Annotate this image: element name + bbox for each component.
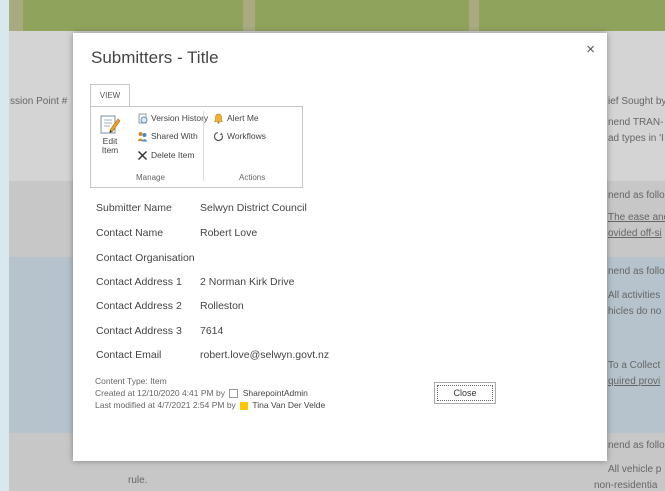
delete-item-label: Delete Item [151,150,195,160]
field-value: robert.love@selwyn.govt.nz [200,349,330,361]
bell-icon [213,113,224,124]
field-contact-address-3: Contact Address 3 7614 [96,325,223,337]
table-cell-text: ad types in 'I [608,133,664,144]
field-label: Submitter Name [96,202,172,214]
field-label: Contact Email [96,349,162,361]
field-label: Contact Organisation [96,252,195,264]
modified-by-user-link[interactable]: Tina Van Der Velde [252,400,325,410]
workflows-button[interactable]: Workflows [213,131,266,142]
column-header-relief-sought: ief Sought by [608,96,665,107]
alert-me-label: Alert Me [227,113,259,123]
column-header-submission-point: ssion Point # [10,96,68,107]
created-by-user-link[interactable]: SharepointAdmin [243,388,308,398]
table-cell-text: rule. [128,475,148,486]
table-cell-text: The ease and [608,212,665,223]
workflows-icon [213,132,224,142]
version-history-label: Version History [151,113,209,123]
close-button[interactable]: Close [434,382,496,404]
dialog-title: Submitters - Title [91,48,219,67]
presence-indicator-icon [240,401,249,410]
tile-find-submission[interactable] [479,0,665,31]
modified-text: Last modified at 4/7/2021 2:54 PM by [95,400,236,410]
table-cell-text: All activities [608,290,661,301]
ribbon-group-separator [203,111,204,181]
shared-with-label: Shared With [151,131,198,141]
modified-info: Last modified at 4/7/2021 2:54 PM by Tin… [95,400,325,410]
table-cell-text: All vehicle p [608,464,662,475]
ribbon-group-manage-label: Manage [136,173,165,182]
top-tile-bar [9,0,665,31]
ribbon-group-actions-label: Actions [239,173,266,182]
field-contact-organisation: Contact Organisation [96,252,200,264]
content-type-text: Content Type: Item [95,376,167,386]
created-text: Created at 12/10/2020 4:41 PM by [95,388,225,398]
shared-with-button[interactable]: Shared With [137,131,198,142]
workflows-label: Workflows [227,131,267,141]
field-value: 7614 [200,325,224,337]
field-value: Selwyn District Council [200,202,307,214]
item-dialog: Submitters - Title × VIEW Edit Item Vers… [73,33,607,461]
field-label: Contact Address 3 [96,325,182,337]
field-contact-name: Contact Name Robert Love [96,227,257,239]
table-cell-text: non-residentia [594,480,658,491]
field-label: Contact Address 2 [96,300,182,312]
tile-vehicle-submission-map[interactable] [23,0,243,31]
table-cell-text: hicles do no [608,306,662,317]
left-strip [0,0,9,491]
table-cell-text: nend as follo [608,190,665,201]
field-value: 2 Norman Kirk Drive [200,276,295,288]
field-contact-address-1: Contact Address 1 2 Norman Kirk Drive [96,276,295,288]
version-history-button[interactable]: Version History [137,113,208,124]
table-cell-text: To a Collect [608,360,661,371]
field-contact-email: Contact Email robert.love@selwyn.govt.nz [96,349,329,361]
edit-item-icon [100,115,121,134]
edit-item-button[interactable]: Edit Item [98,113,122,155]
shared-with-icon [137,132,148,142]
edit-item-label: Edit Item [101,136,119,155]
ribbon: Edit Item Version History Shared With De… [90,106,303,188]
close-icon[interactable]: × [586,41,595,58]
alert-me-button[interactable]: Alert Me [213,113,259,124]
field-label: Contact Address 1 [96,276,182,288]
field-submitter-name: Submitter Name Selwyn District Council [96,202,307,214]
field-value: Robert Love [200,227,258,239]
table-cell-text: nend as follo [608,266,665,277]
presence-indicator-icon [229,389,239,399]
table-cell-text: nend TRAN- [608,117,664,128]
version-history-icon [138,113,148,124]
table-cell-text: ovided off-si [608,228,662,239]
created-info: Created at 12/10/2020 4:41 PM by Sharepo… [95,388,308,399]
field-label: Contact Name [96,227,164,239]
table-cell-text: quired provi [608,376,661,387]
delete-icon [138,151,147,161]
field-contact-address-2: Contact Address 2 Rolleston [96,300,244,312]
table-cell-text: nend as follo [608,440,665,451]
tab-view[interactable]: VIEW [90,84,130,107]
tile-make-further-submission[interactable] [255,0,469,31]
delete-item-button[interactable]: Delete Item [137,150,194,161]
field-value: Rolleston [200,300,244,312]
